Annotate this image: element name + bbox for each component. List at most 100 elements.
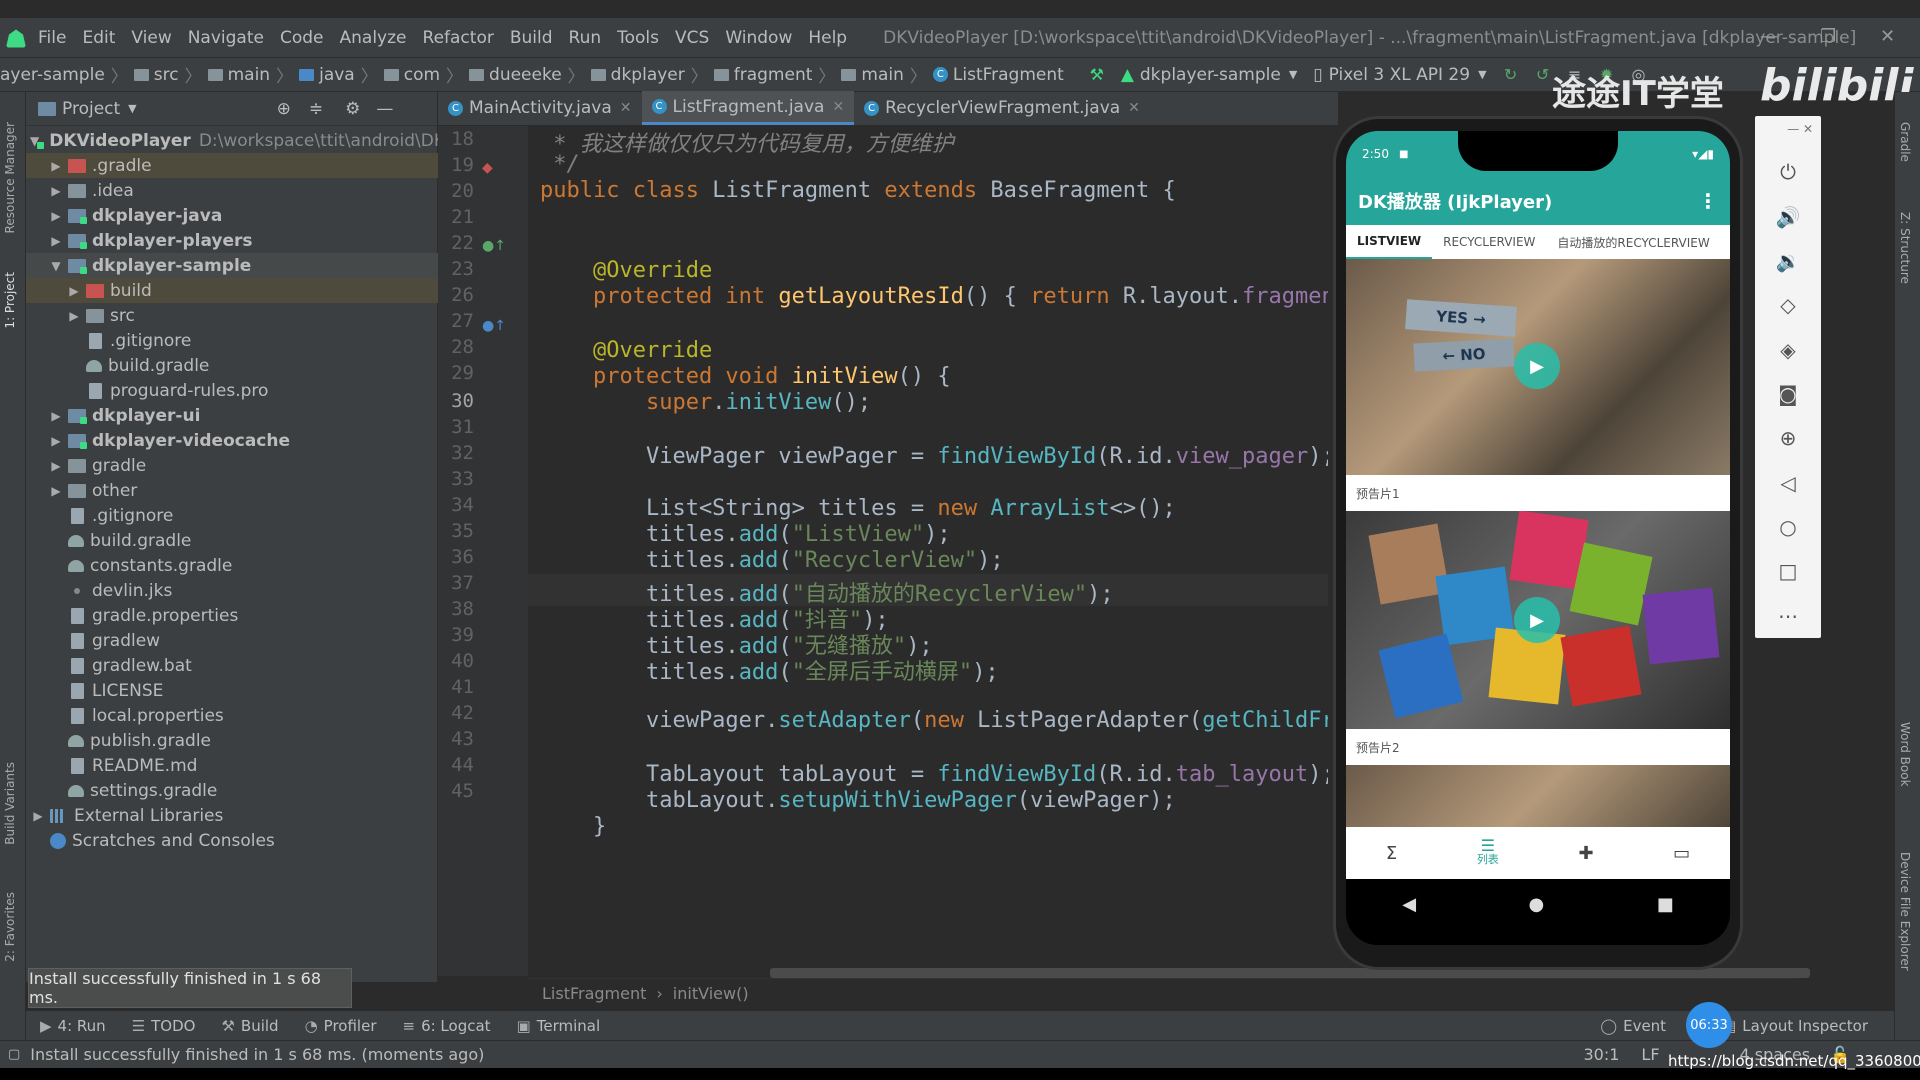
device-dropdown[interactable]: ▯ Pixel 3 XL API 29 ▼: [1305, 62, 1494, 88]
tree-item[interactable]: ▶ External Libraries: [26, 803, 438, 828]
tree-item[interactable]: proguard-rules.pro: [26, 378, 438, 403]
code-editor[interactable]: * 我这样做仅仅只为代码复用，方便维护 */ public class List…: [528, 126, 1328, 976]
tab-auto-recyclerview[interactable]: 自动播放的RECYCLERVIEW: [1546, 225, 1720, 259]
locate-icon[interactable]: ⊕: [277, 99, 291, 119]
close-icon[interactable]: ✕: [1128, 100, 1140, 116]
expand-arrow-icon[interactable]: ▶: [48, 434, 64, 448]
restore-button[interactable]: ❐: [1820, 26, 1836, 47]
crumb-class[interactable]: ListFragment: [542, 984, 646, 1003]
tree-item[interactable]: LICENSE: [26, 678, 438, 703]
volume-down-icon[interactable]: 🔉: [1776, 239, 1801, 283]
run-config-dropdown[interactable]: ▲ dkplayer-sample ▼: [1113, 62, 1305, 88]
volume-up-icon[interactable]: 🔊: [1776, 194, 1801, 238]
hide-icon[interactable]: —: [376, 99, 393, 119]
tree-item[interactable]: ▶ .gradle: [26, 153, 438, 178]
close-icon[interactable]: ✕: [832, 99, 844, 115]
crumb-method[interactable]: initView(): [673, 984, 749, 1003]
line-separator[interactable]: LF: [1641, 1045, 1659, 1064]
tree-item[interactable]: ▶ dkplayer-java: [26, 203, 438, 228]
tree-item[interactable]: Scratches and Consoles: [26, 828, 438, 853]
play-button-icon[interactable]: ▶: [1514, 343, 1560, 389]
tree-item[interactable]: README.md: [26, 753, 438, 778]
expand-arrow-icon[interactable]: ▼: [48, 259, 64, 273]
menu-window[interactable]: Window: [725, 28, 792, 48]
expand-arrow-icon[interactable]: ▶: [48, 159, 64, 173]
back-icon[interactable]: ◁: [1780, 461, 1795, 505]
build-tab[interactable]: ⚒ Build: [221, 1017, 278, 1035]
override-icon[interactable]: ●↑: [482, 318, 506, 334]
expand-arrow-icon[interactable]: ▶: [48, 234, 64, 248]
project-view-dropdown[interactable]: Project: [62, 99, 120, 119]
tree-item[interactable]: local.properties: [26, 703, 438, 728]
project-tab[interactable]: 1: Project: [3, 272, 17, 329]
tree-item[interactable]: .gitignore: [26, 503, 438, 528]
expand-arrow-icon[interactable]: ▶: [48, 484, 64, 498]
menu-edit[interactable]: Edit: [82, 28, 115, 48]
hammer-icon[interactable]: ⚒: [1086, 64, 1108, 86]
rotate-right-icon[interactable]: ◈: [1780, 327, 1795, 371]
run-tab[interactable]: ▶ 4: Run: [40, 1017, 106, 1035]
play-button-icon[interactable]: ▶: [1514, 597, 1560, 643]
emulator-window-controls[interactable]: — ✕: [1787, 122, 1813, 136]
tree-item[interactable]: ▶ dkplayer-videocache: [26, 428, 438, 453]
close-button[interactable]: ✕: [1880, 26, 1895, 47]
home-icon[interactable]: ○: [1779, 505, 1796, 549]
tab-listview[interactable]: LISTVIEW: [1346, 225, 1433, 259]
tree-root[interactable]: ▼ DKVideoPlayer D:\workspace\ttit\androi…: [26, 128, 457, 153]
puzzle-icon[interactable]: ✚: [1578, 843, 1593, 864]
device-file-explorer-tab[interactable]: Device File Explorer: [1898, 852, 1912, 971]
tree-item[interactable]: ▶ dkplayer-ui: [26, 403, 438, 428]
phone-screen[interactable]: 2:50 ■ ▾◢▮ DK播放器 (IjkPlayer) ⋮ LISTVIEW …: [1346, 131, 1730, 945]
apply-code-changes-icon[interactable]: ↺: [1532, 64, 1554, 86]
menu-code[interactable]: Code: [280, 28, 324, 48]
override-icon[interactable]: ●↑: [482, 238, 506, 254]
build-variants-tab[interactable]: Build Variants: [3, 762, 17, 845]
install-toast[interactable]: Install successfully finished in 1 s 68 …: [28, 968, 352, 1008]
menu-build[interactable]: Build: [510, 28, 553, 48]
crumb-com[interactable]: com: [404, 65, 440, 85]
tab-recyclerviewfragment[interactable]: C RecyclerViewFragment.java ✕: [854, 91, 1150, 125]
expand-arrow-icon[interactable]: ▶: [48, 209, 64, 223]
gradle-tab[interactable]: Gradle: [1898, 122, 1912, 162]
crumb-src[interactable]: src: [154, 65, 179, 85]
resource-manager-tab[interactable]: Resource Manager: [3, 122, 17, 233]
tab-recyclerview[interactable]: RECYCLERVIEW: [1432, 225, 1546, 259]
chevron-down-icon[interactable]: ▼: [128, 102, 136, 115]
layout-inspector-tab[interactable]: ▤Layout Inspector: [1722, 1017, 1868, 1035]
menu-navigate[interactable]: Navigate: [188, 28, 264, 48]
collapse-icon[interactable]: ≑: [309, 99, 323, 119]
menu-file[interactable]: File: [38, 28, 66, 48]
menu-run[interactable]: Run: [569, 28, 602, 48]
crumb-dueeeke[interactable]: dueeeke: [489, 65, 562, 85]
video-thumbnail-2[interactable]: ▶: [1346, 511, 1730, 729]
menu-analyze[interactable]: Analyze: [340, 28, 407, 48]
minimize-button[interactable]: —: [1760, 26, 1778, 47]
tree-item[interactable]: ▶ .idea: [26, 178, 438, 203]
tree-item[interactable]: ▶ other: [26, 478, 438, 503]
tree-item[interactable]: ▶ gradle: [26, 453, 438, 478]
tab-mainactivity[interactable]: C MainActivity.java ✕: [438, 91, 642, 125]
expand-arrow-icon[interactable]: ▶: [66, 309, 82, 323]
expand-arrow-icon[interactable]: ▶: [30, 809, 46, 823]
list-nav-item[interactable]: ☰ 列表: [1477, 838, 1499, 866]
profiler-tab[interactable]: ◔ Profiler: [305, 1017, 377, 1035]
menu-refactor[interactable]: Refactor: [423, 28, 494, 48]
tree-item[interactable]: ▶ build: [26, 278, 438, 303]
tree-item[interactable]: .gitignore: [26, 328, 438, 353]
tree-item[interactable]: devlin.jks: [26, 578, 438, 603]
power-icon[interactable]: ⏻: [1780, 150, 1796, 194]
expand-arrow-icon[interactable]: ▶: [66, 284, 82, 298]
crumb-main-pkg[interactable]: main: [861, 65, 903, 85]
recents-icon[interactable]: ■: [1657, 894, 1674, 915]
crumb-main[interactable]: main: [228, 65, 270, 85]
crumb-listfragment[interactable]: ListFragment: [953, 65, 1064, 85]
pip-icon[interactable]: ▭: [1673, 843, 1690, 864]
tree-item[interactable]: gradle.properties: [26, 603, 438, 628]
video-thumbnail-3[interactable]: [1346, 765, 1730, 827]
tree-item[interactable]: build.gradle: [26, 528, 438, 553]
caret-position[interactable]: 30:1: [1583, 1045, 1619, 1064]
back-icon[interactable]: ◀: [1402, 894, 1416, 915]
menu-help[interactable]: Help: [808, 28, 847, 48]
tree-item[interactable]: gradlew.bat: [26, 653, 438, 678]
tab-listfragment[interactable]: C ListFragment.java ✕: [641, 91, 855, 125]
